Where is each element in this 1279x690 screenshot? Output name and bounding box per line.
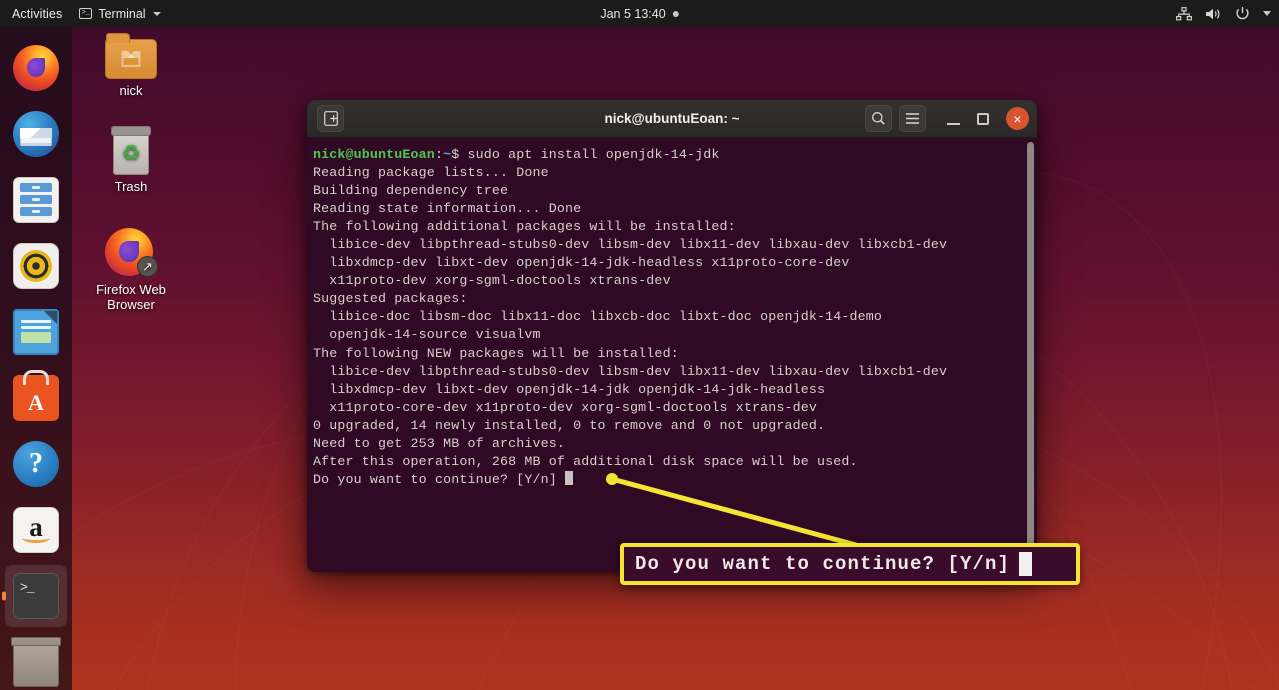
desktop-icon-label: Firefox Web Browser <box>96 282 166 312</box>
search-button[interactable] <box>865 105 892 132</box>
trash-icon: ♻ <box>111 126 151 175</box>
notification-dot-icon <box>672 10 679 17</box>
dock-item-thunderbird[interactable] <box>5 103 67 165</box>
close-button[interactable]: × <box>1006 107 1029 130</box>
trash-icon <box>11 637 61 687</box>
terminal-output: Reading package lists... Done Building d… <box>313 165 948 487</box>
prompt-dollar: $ <box>451 147 468 162</box>
network-icon[interactable] <box>1176 6 1192 21</box>
help-icon: ? <box>13 441 59 487</box>
system-tray <box>1176 6 1271 21</box>
files-icon <box>13 177 59 223</box>
desktop-icon-label: Trash <box>114 179 148 194</box>
prompt-user-host: nick@ubuntuEoan <box>313 147 435 162</box>
rhythmbox-icon <box>13 243 59 289</box>
terminal-icon: >_ <box>13 573 59 619</box>
app-menu-label: Terminal <box>98 6 146 21</box>
dock-item-files[interactable] <box>5 169 67 231</box>
desktop-icon-firefox-shortcut[interactable]: ↗ Firefox Web Browser <box>83 228 179 312</box>
volume-icon[interactable] <box>1205 7 1222 21</box>
ubuntu-software-icon: A <box>13 375 59 421</box>
dock-item-terminal[interactable]: >_ <box>5 565 67 627</box>
prompt-separator: : <box>434 147 444 162</box>
terminal-command: sudo apt install openjdk-14-jdk <box>467 147 720 162</box>
desktop-icon-label: nick <box>119 83 143 98</box>
terminal-scrollbar[interactable] <box>1027 142 1034 566</box>
dock-item-ubuntu-software[interactable]: A <box>5 367 67 429</box>
dock-item-rhythmbox[interactable] <box>5 235 67 297</box>
desktop-icon-home-folder[interactable]: nick <box>83 33 179 98</box>
power-icon[interactable] <box>1235 6 1250 21</box>
clock-button[interactable]: Jan 5 13:40 <box>600 6 679 21</box>
dock: A ? a >_ <box>0 27 72 690</box>
terminal-body[interactable]: nick@ubuntuEoan:~$ sudo apt install open… <box>307 138 1037 572</box>
minimize-button[interactable] <box>947 112 960 125</box>
firefox-icon: ↗ <box>105 228 158 278</box>
shortcut-arrow-icon: ↗ <box>137 256 158 277</box>
clock-label: Jan 5 13:40 <box>600 6 666 21</box>
chevron-down-icon <box>152 11 161 16</box>
dock-item-amazon[interactable]: a <box>5 499 67 561</box>
prompt-path: ~ <box>443 147 452 162</box>
terminal-titlebar[interactable]: nick@ubuntuEoan: ~ × <box>307 100 1037 138</box>
dock-item-trash[interactable] <box>5 631 67 690</box>
dock-item-help[interactable]: ? <box>5 433 67 495</box>
activities-button[interactable]: Activities <box>0 7 73 21</box>
thunderbird-icon <box>13 111 59 157</box>
hamburger-menu-button[interactable] <box>899 105 926 132</box>
app-menu-terminal[interactable]: >_ Terminal <box>73 7 166 21</box>
terminal-icon: >_ <box>79 8 93 19</box>
dock-item-libreoffice-writer[interactable] <box>5 301 67 363</box>
maximize-button[interactable] <box>977 112 989 125</box>
top-panel: Activities >_ Terminal Jan 5 13:40 <box>0 0 1279 27</box>
annotation-cursor-block <box>1019 552 1033 576</box>
libreoffice-writer-icon <box>13 309 59 355</box>
dock-item-firefox[interactable] <box>5 37 67 99</box>
folder-icon <box>105 33 157 79</box>
terminal-output-text: nick@ubuntuEoan:~$ sudo apt install open… <box>313 146 1037 489</box>
annotation-callout-box: Do you want to continue? [Y/n] <box>620 543 1080 585</box>
terminal-cursor <box>565 470 574 485</box>
new-tab-button[interactable] <box>317 105 344 132</box>
annotation-callout-text: Do you want to continue? [Y/n] <box>635 553 1011 575</box>
terminal-window[interactable]: nick@ubuntuEoan: ~ × nick@ubuntuEoan:~$ … <box>307 100 1037 572</box>
amazon-icon: a <box>13 507 59 553</box>
firefox-icon <box>13 45 59 91</box>
chevron-down-icon[interactable] <box>1263 11 1271 16</box>
desktop-icon-trash[interactable]: ♻ Trash <box>83 126 179 194</box>
